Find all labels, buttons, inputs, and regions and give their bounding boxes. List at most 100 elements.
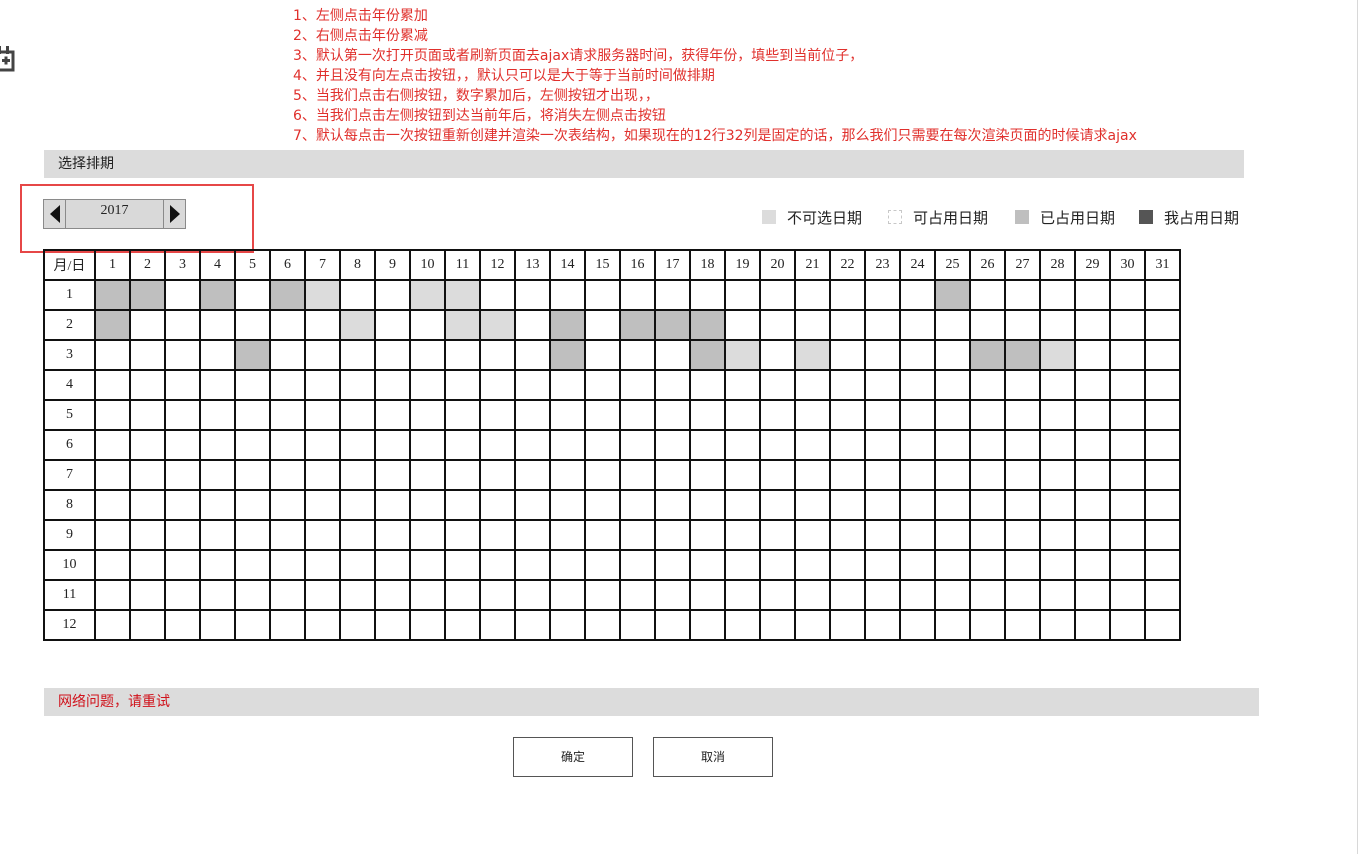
date-cell[interactable] bbox=[129, 399, 166, 431]
date-cell[interactable] bbox=[864, 339, 901, 371]
date-cell[interactable] bbox=[1074, 459, 1111, 491]
date-cell[interactable] bbox=[409, 579, 446, 611]
date-cell[interactable] bbox=[409, 309, 446, 341]
date-cell[interactable] bbox=[654, 489, 691, 521]
date-cell[interactable] bbox=[164, 309, 201, 341]
date-cell[interactable] bbox=[829, 429, 866, 461]
date-cell[interactable] bbox=[304, 429, 341, 461]
cancel-button[interactable]: 取消 bbox=[653, 737, 773, 777]
date-cell[interactable] bbox=[864, 279, 901, 311]
date-cell[interactable] bbox=[234, 309, 271, 341]
date-cell[interactable] bbox=[1039, 489, 1076, 521]
date-cell[interactable] bbox=[269, 309, 306, 341]
date-cell[interactable] bbox=[129, 579, 166, 611]
date-cell[interactable] bbox=[164, 489, 201, 521]
date-cell[interactable] bbox=[1144, 459, 1181, 491]
date-cell[interactable] bbox=[829, 279, 866, 311]
date-cell[interactable] bbox=[759, 459, 796, 491]
date-cell[interactable] bbox=[1039, 399, 1076, 431]
date-cell[interactable] bbox=[969, 519, 1006, 551]
date-cell[interactable] bbox=[1039, 429, 1076, 461]
date-cell[interactable] bbox=[619, 399, 656, 431]
date-cell[interactable] bbox=[164, 429, 201, 461]
date-cell[interactable] bbox=[479, 339, 516, 371]
date-cell[interactable] bbox=[339, 519, 376, 551]
date-cell[interactable] bbox=[94, 429, 131, 461]
date-cell[interactable] bbox=[234, 579, 271, 611]
date-cell[interactable] bbox=[654, 519, 691, 551]
date-cell[interactable] bbox=[374, 579, 411, 611]
date-cell[interactable] bbox=[864, 519, 901, 551]
date-cell[interactable] bbox=[1004, 459, 1041, 491]
date-cell[interactable] bbox=[1144, 489, 1181, 521]
date-cell[interactable] bbox=[794, 579, 831, 611]
date-cell[interactable] bbox=[829, 549, 866, 581]
date-cell[interactable] bbox=[514, 549, 551, 581]
date-cell[interactable] bbox=[304, 549, 341, 581]
date-cell[interactable] bbox=[199, 609, 236, 641]
date-cell[interactable] bbox=[549, 519, 586, 551]
date-cell[interactable] bbox=[969, 309, 1006, 341]
date-cell[interactable] bbox=[1004, 609, 1041, 641]
date-cell[interactable] bbox=[234, 519, 271, 551]
date-cell[interactable] bbox=[899, 369, 936, 401]
date-cell[interactable] bbox=[164, 609, 201, 641]
date-cell[interactable] bbox=[619, 429, 656, 461]
date-cell[interactable] bbox=[584, 429, 621, 461]
date-cell[interactable] bbox=[794, 519, 831, 551]
date-cell[interactable] bbox=[584, 309, 621, 341]
date-cell[interactable] bbox=[794, 549, 831, 581]
date-cell[interactable] bbox=[479, 429, 516, 461]
date-cell[interactable] bbox=[514, 429, 551, 461]
date-cell[interactable] bbox=[269, 489, 306, 521]
date-cell[interactable] bbox=[479, 549, 516, 581]
date-cell[interactable] bbox=[934, 489, 971, 521]
date-cell[interactable] bbox=[584, 579, 621, 611]
date-cell[interactable] bbox=[304, 309, 341, 341]
date-cell[interactable] bbox=[374, 369, 411, 401]
date-cell[interactable] bbox=[269, 549, 306, 581]
date-cell[interactable] bbox=[934, 459, 971, 491]
date-cell[interactable] bbox=[899, 339, 936, 371]
date-cell[interactable] bbox=[1039, 579, 1076, 611]
date-cell[interactable] bbox=[129, 489, 166, 521]
date-cell[interactable] bbox=[654, 459, 691, 491]
date-cell[interactable] bbox=[199, 579, 236, 611]
date-cell[interactable] bbox=[234, 399, 271, 431]
date-cell[interactable] bbox=[199, 459, 236, 491]
date-cell[interactable] bbox=[1074, 579, 1111, 611]
date-cell[interactable] bbox=[1004, 279, 1041, 311]
date-cell[interactable] bbox=[549, 429, 586, 461]
date-cell[interactable] bbox=[129, 519, 166, 551]
date-cell[interactable] bbox=[794, 459, 831, 491]
date-cell[interactable] bbox=[584, 519, 621, 551]
date-cell[interactable] bbox=[164, 279, 201, 311]
date-cell[interactable] bbox=[199, 519, 236, 551]
date-cell[interactable] bbox=[759, 519, 796, 551]
date-cell[interactable] bbox=[619, 609, 656, 641]
date-cell[interactable] bbox=[374, 399, 411, 431]
date-cell[interactable] bbox=[934, 309, 971, 341]
date-cell[interactable] bbox=[234, 459, 271, 491]
date-cell[interactable] bbox=[1039, 549, 1076, 581]
date-cell[interactable] bbox=[829, 579, 866, 611]
date-cell[interactable] bbox=[584, 459, 621, 491]
date-cell[interactable] bbox=[549, 609, 586, 641]
date-cell[interactable] bbox=[899, 609, 936, 641]
date-cell[interactable] bbox=[864, 579, 901, 611]
date-cell[interactable] bbox=[1039, 459, 1076, 491]
date-cell[interactable] bbox=[1039, 519, 1076, 551]
date-cell[interactable] bbox=[899, 519, 936, 551]
date-cell[interactable] bbox=[549, 489, 586, 521]
date-cell[interactable] bbox=[584, 279, 621, 311]
date-cell[interactable] bbox=[94, 459, 131, 491]
date-cell[interactable] bbox=[899, 309, 936, 341]
date-cell[interactable] bbox=[619, 369, 656, 401]
date-cell[interactable] bbox=[94, 609, 131, 641]
date-cell[interactable] bbox=[934, 549, 971, 581]
date-cell[interactable] bbox=[724, 309, 761, 341]
date-cell[interactable] bbox=[479, 519, 516, 551]
date-cell[interactable] bbox=[899, 279, 936, 311]
date-cell[interactable] bbox=[269, 579, 306, 611]
date-cell[interactable] bbox=[304, 459, 341, 491]
